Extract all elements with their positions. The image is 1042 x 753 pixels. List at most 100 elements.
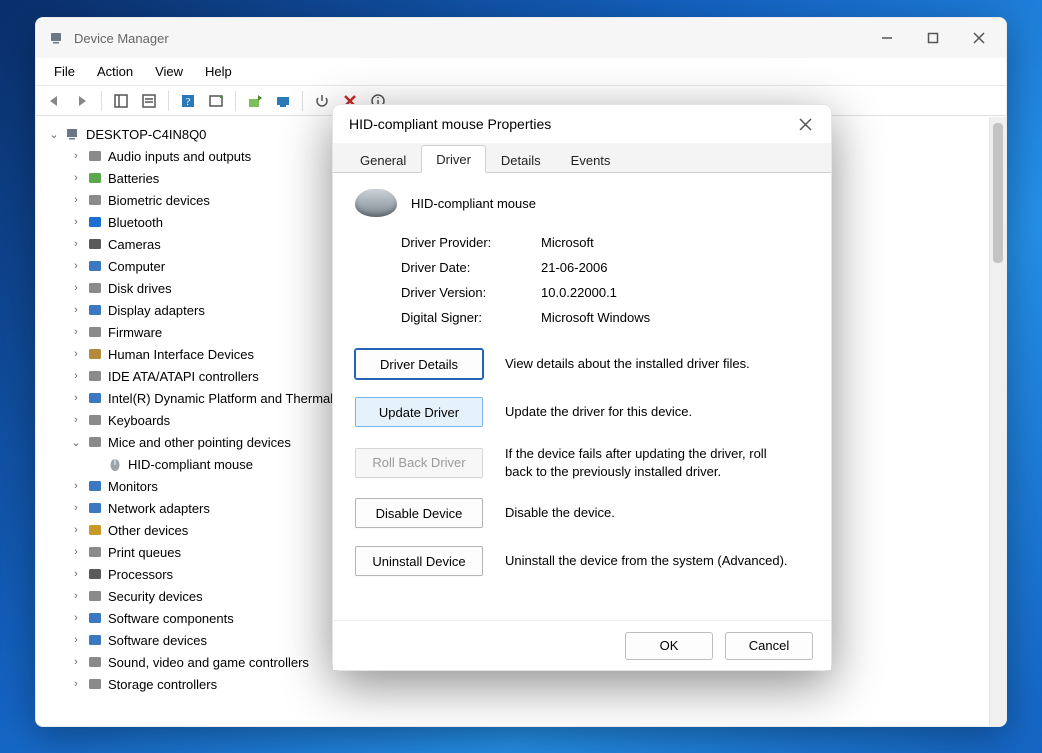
mouse-icon xyxy=(106,455,124,473)
update-driver-desc: Update the driver for this device. xyxy=(505,403,795,421)
collapse-icon[interactable]: ⌄ xyxy=(68,436,84,449)
close-button[interactable] xyxy=(956,18,1002,58)
scan-hardware-button[interactable] xyxy=(271,89,295,113)
expand-icon[interactable]: › xyxy=(68,568,84,580)
minimize-button[interactable] xyxy=(864,18,910,58)
expand-icon[interactable]: › xyxy=(68,326,84,338)
tab-details[interactable]: Details xyxy=(486,146,556,173)
category-icon xyxy=(86,257,104,275)
driver-details-button[interactable]: Driver Details xyxy=(355,349,483,379)
category-icon xyxy=(86,631,104,649)
maximize-button[interactable] xyxy=(910,18,956,58)
category-icon xyxy=(86,323,104,341)
expand-icon[interactable]: › xyxy=(68,348,84,360)
date-value: 21-06-2006 xyxy=(541,260,809,275)
tree-category-label: Processors xyxy=(108,567,173,582)
expand-icon[interactable]: › xyxy=(68,260,84,272)
tree-category-label: Computer xyxy=(108,259,165,274)
collapse-icon[interactable]: ⌄ xyxy=(46,128,62,141)
uninstall-device-desc: Uninstall the device from the system (Ad… xyxy=(505,552,795,570)
back-button[interactable] xyxy=(42,89,66,113)
expand-icon[interactable]: › xyxy=(68,524,84,536)
tree-category-label: Disk drives xyxy=(108,281,172,296)
category-icon xyxy=(86,543,104,561)
tab-events[interactable]: Events xyxy=(556,146,626,173)
dialog-close-button[interactable] xyxy=(789,110,821,138)
expand-icon[interactable]: › xyxy=(68,304,84,316)
scrollbar[interactable] xyxy=(989,117,1006,726)
tab-general[interactable]: General xyxy=(345,146,421,173)
expand-icon[interactable]: › xyxy=(68,480,84,492)
tab-bar: General Driver Details Events xyxy=(333,143,831,173)
expand-icon[interactable]: › xyxy=(68,194,84,206)
dialog-footer: OK Cancel xyxy=(333,620,831,670)
expand-icon[interactable]: › xyxy=(68,502,84,514)
expand-icon[interactable]: › xyxy=(68,590,84,602)
dialog-titlebar[interactable]: HID-compliant mouse Properties xyxy=(333,105,831,143)
ok-button[interactable]: OK xyxy=(625,632,713,660)
dialog-title: HID-compliant mouse Properties xyxy=(349,116,551,132)
category-icon xyxy=(86,609,104,627)
disable-device-button[interactable]: Disable Device xyxy=(355,498,483,528)
expand-icon[interactable]: › xyxy=(68,238,84,250)
expand-icon[interactable]: › xyxy=(68,172,84,184)
tree-category-label: Bluetooth xyxy=(108,215,163,230)
uninstall-device-button[interactable]: Uninstall Device xyxy=(355,546,483,576)
signer-value: Microsoft Windows xyxy=(541,310,809,325)
forward-button[interactable] xyxy=(70,89,94,113)
tree-category-label: Human Interface Devices xyxy=(108,347,254,362)
expand-icon[interactable]: › xyxy=(68,282,84,294)
svg-text:?: ? xyxy=(186,96,191,108)
menu-file[interactable]: File xyxy=(44,61,85,82)
action-button[interactable] xyxy=(204,89,228,113)
tree-category-label: Batteries xyxy=(108,171,159,186)
rollback-driver-button: Roll Back Driver xyxy=(355,448,483,478)
version-label: Driver Version: xyxy=(401,285,541,300)
scrollbar-thumb[interactable] xyxy=(993,123,1003,263)
cancel-button[interactable]: Cancel xyxy=(725,632,813,660)
menu-view[interactable]: View xyxy=(145,61,193,82)
expand-icon[interactable]: › xyxy=(68,678,84,690)
computer-icon xyxy=(64,125,82,143)
tree-category-label: IDE ATA/ATAPI controllers xyxy=(108,369,259,384)
menu-bar: File Action View Help xyxy=(36,58,1006,86)
tree-category-label: Firmware xyxy=(108,325,162,340)
tree-category-label: Audio inputs and outputs xyxy=(108,149,251,164)
expand-icon[interactable]: › xyxy=(68,414,84,426)
category-icon xyxy=(86,411,104,429)
tree-category-label: Storage controllers xyxy=(108,677,217,692)
expand-icon[interactable]: › xyxy=(68,656,84,668)
mouse-icon xyxy=(355,189,397,217)
menu-action[interactable]: Action xyxy=(87,61,143,82)
app-icon xyxy=(48,29,66,47)
tree-category-label: Monitors xyxy=(108,479,158,494)
disable-device-button[interactable] xyxy=(310,89,334,113)
properties-button[interactable] xyxy=(137,89,161,113)
expand-icon[interactable]: › xyxy=(68,370,84,382)
help-button[interactable]: ? xyxy=(176,89,200,113)
category-icon xyxy=(86,169,104,187)
tab-driver[interactable]: Driver xyxy=(421,145,486,173)
signer-label: Digital Signer: xyxy=(401,310,541,325)
tree-category-label: Cameras xyxy=(108,237,161,252)
properties-dialog: HID-compliant mouse Properties General D… xyxy=(332,104,832,671)
category-icon xyxy=(86,653,104,671)
category-icon xyxy=(86,301,104,319)
expand-icon[interactable]: › xyxy=(68,216,84,228)
tree-category-label: Biometric devices xyxy=(108,193,210,208)
tree-category[interactable]: › Storage controllers xyxy=(42,673,989,695)
update-driver-button[interactable]: Update Driver xyxy=(355,397,483,427)
tree-category-label: Software devices xyxy=(108,633,207,648)
show-hide-tree-button[interactable] xyxy=(109,89,133,113)
update-driver-button[interactable] xyxy=(243,89,267,113)
provider-value: Microsoft xyxy=(541,235,809,250)
expand-icon[interactable]: › xyxy=(68,634,84,646)
expand-icon[interactable]: › xyxy=(68,546,84,558)
titlebar[interactable]: Device Manager xyxy=(36,18,1006,58)
provider-label: Driver Provider: xyxy=(401,235,541,250)
menu-help[interactable]: Help xyxy=(195,61,242,82)
category-icon xyxy=(86,477,104,495)
expand-icon[interactable]: › xyxy=(68,150,84,162)
expand-icon[interactable]: › xyxy=(68,392,84,404)
expand-icon[interactable]: › xyxy=(68,612,84,624)
